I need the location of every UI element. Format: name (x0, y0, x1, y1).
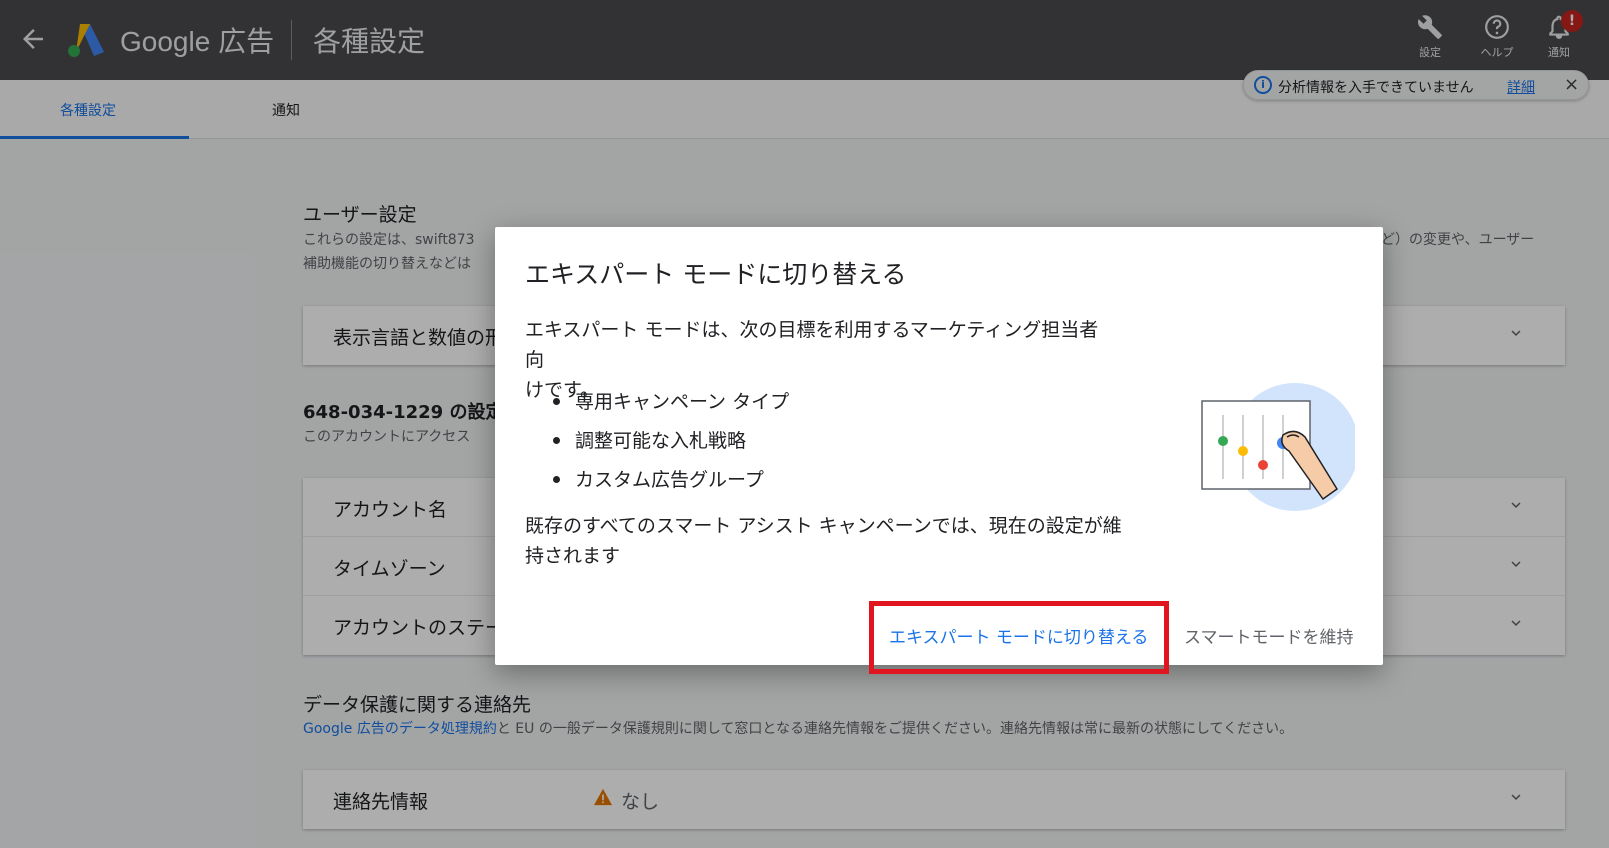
switch-to-expert-mode-button[interactable]: エキスパート モードに切り替える (889, 623, 1148, 648)
list-item: 専用キャンペーン タイプ (553, 387, 789, 426)
dialog-goal-list: 専用キャンペーン タイプ 調整可能な入札戦略 カスタム広告グループ (553, 387, 789, 504)
slider-illustration-icon (1201, 383, 1355, 511)
dialog-footer-text: 既存のすべてのスマート アシスト キャンペーンでは、現在の設定が維 持されます (525, 511, 1125, 571)
dialog-title: エキスパート モードに切り替える (525, 260, 907, 289)
dialog-footer-line-2: 持されます (525, 545, 621, 567)
dialog-footer-line-1: 既存のすべてのスマート アシスト キャンペーンでは、現在の設定が維 (525, 515, 1122, 537)
list-item: カスタム広告グループ (553, 465, 789, 504)
list-item: 調整可能な入札戦略 (553, 426, 789, 465)
keep-smart-mode-button[interactable]: スマートモードを維持 (1184, 623, 1354, 648)
expert-mode-dialog: エキスパート モードに切り替える エキスパート モードは、次の目標を利用するマー… (495, 227, 1383, 674)
dialog-body-line-1: エキスパート モードは、次の目標を利用するマーケティング担当者向 (525, 319, 1099, 371)
